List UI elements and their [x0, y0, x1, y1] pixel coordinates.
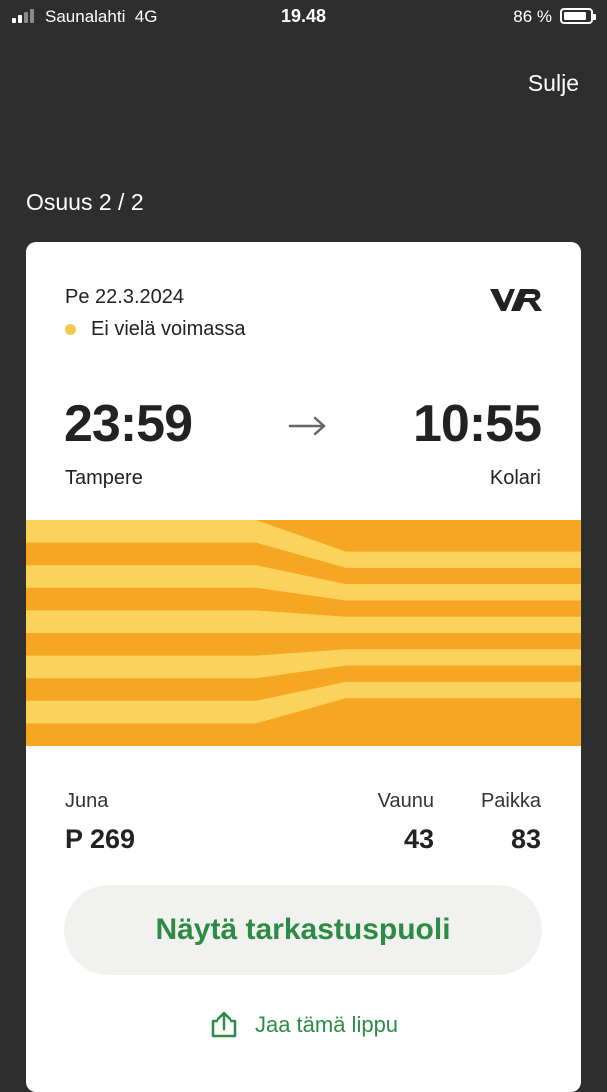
- battery-icon: [560, 8, 596, 24]
- train-label: Juna: [65, 790, 109, 812]
- departure-time: 23:59: [64, 395, 193, 453]
- seat-label: Paikka: [480, 790, 541, 812]
- share-ticket-link[interactable]: Jaa tämä lippu: [26, 1011, 581, 1039]
- train-number: P 269: [65, 824, 136, 854]
- arrow-right-icon: [288, 416, 326, 436]
- show-inspection-side-button[interactable]: Näytä tarkastuspuoli: [64, 885, 542, 975]
- validity-text: Ei vielä voimassa: [91, 318, 246, 340]
- share-icon: [211, 1011, 237, 1038]
- battery-percent: 86 %: [513, 7, 552, 26]
- close-button[interactable]: Sulje: [528, 70, 579, 97]
- vr-logo: [490, 289, 542, 311]
- car-label: Vaunu: [377, 790, 434, 812]
- travel-date: Pe 22.3.2024: [65, 286, 184, 308]
- arrival-time: 10:55: [413, 395, 542, 453]
- status-dot-icon: [65, 324, 76, 335]
- departure-station: Tampere: [65, 467, 143, 489]
- seat-number: 83: [510, 824, 541, 854]
- car-number: 43: [403, 824, 434, 854]
- share-label: Jaa tämä lippu: [254, 1012, 399, 1037]
- ticket-pattern: [26, 520, 581, 746]
- leg-indicator: Osuus 2 / 2: [26, 189, 144, 215]
- status-bar: Saunalahti 4G 19.48 86 %: [0, 0, 607, 34]
- arrival-station: Kolari: [489, 467, 541, 489]
- ticket-card: Pe 22.3.2024 Ei vielä voimassa 23:59 10:…: [26, 242, 581, 1092]
- validity-status: Ei vielä voimassa: [65, 318, 246, 341]
